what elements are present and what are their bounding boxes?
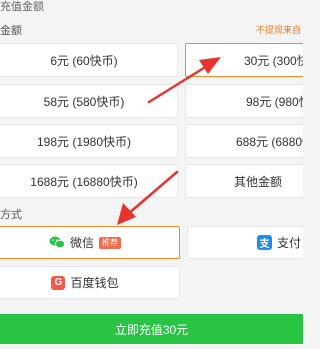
amount-option-label: 98元 (980快币) [246,94,303,109]
amount-option-label: 58元 (580快币) [43,94,125,109]
amount-option-688[interactable]: 688元 (6880快币) [185,124,303,158]
amount-option-label: 其他金额 [234,174,283,189]
payment-section-label: 方式 [0,209,22,221]
withdraw-notice: 不提现来自 [255,25,301,35]
amount-option-label: 6元 (60快币) [50,53,118,68]
amount-option-label: 198元 (1980快币) [36,134,132,149]
amount-option-58[interactable]: 58元 (580快币) [0,84,178,118]
amount-option-1688[interactable]: 1688元 (16880快币) [0,164,178,198]
submit-recharge-button[interactable]: 立即充值30元 [0,314,303,344]
partial-page-title: 充值金额 [0,1,44,13]
amount-option-198[interactable]: 198元 (1980快币) [0,124,178,158]
amount-option-98[interactable]: 98元 (980快币) [185,84,303,118]
amount-option-6[interactable]: 6元 (60快币) [0,43,178,77]
alipay-icon: 支 [257,235,272,250]
payment-method-label: 微信 [69,236,94,250]
payment-method-label: 百度钱包 [70,276,119,290]
amount-option-30[interactable]: 30元 (300快币) [185,43,303,77]
amount-option-label: 1688元 (16880快币) [30,174,138,189]
payment-method-alipay[interactable]: 支 支付 [187,226,303,259]
submit-recharge-label: 立即充值30元 [114,322,189,337]
amount-section-label: 金额 [0,25,22,37]
payment-method-baidu-wallet[interactable]: G 百度钱包 [0,266,180,299]
amount-option-other[interactable]: 其他金额 [185,164,303,198]
payment-method-wechat[interactable]: 微信 推荐 [0,226,180,259]
amount-option-label: 30元 (300快币) [244,53,303,68]
payment-method-label: 支付 [277,236,302,250]
amount-option-label: 688元 (6880快币) [236,134,303,149]
wechat-icon [49,236,65,249]
recommended-tag: 推荐 [99,236,121,249]
baidu-wallet-icon: G [51,275,66,290]
